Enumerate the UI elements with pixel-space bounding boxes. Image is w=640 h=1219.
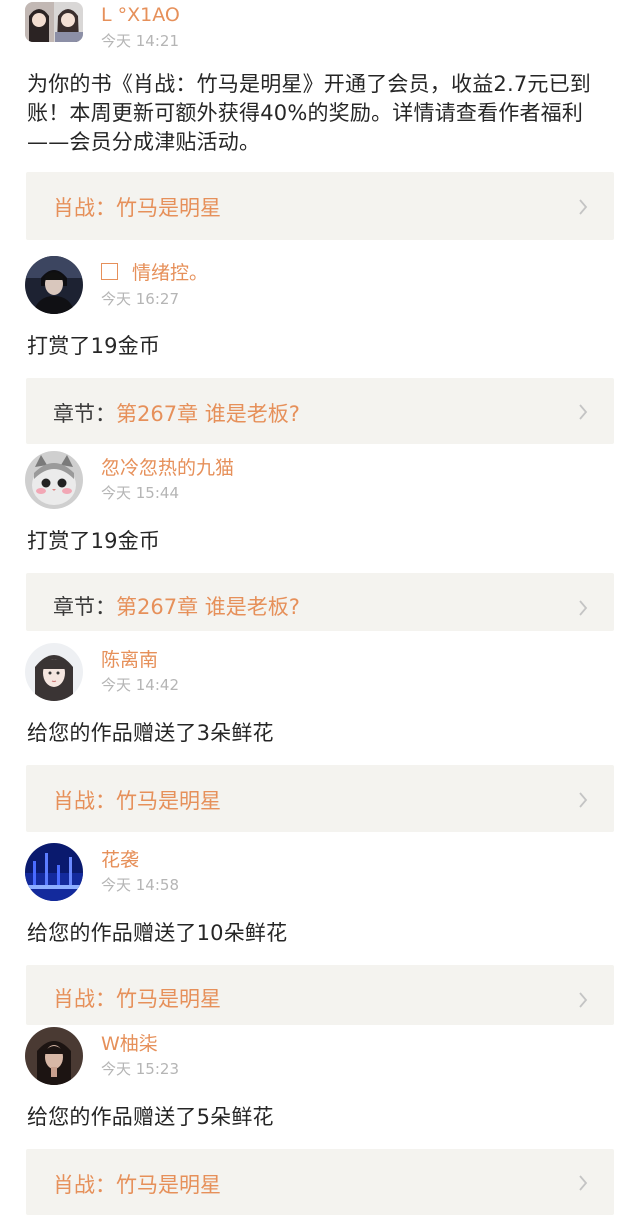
username-row[interactable]: 情绪控。: [101, 262, 208, 284]
chapter-card-label: 章节：第267章 谁是老板?: [53, 591, 300, 621]
avatar[interactable]: [25, 843, 83, 901]
book-card-label: 肖战：竹马是明星: [53, 1169, 221, 1199]
chapter-title: 第267章 谁是老板?: [116, 402, 300, 426]
username[interactable]: 花袭: [101, 849, 139, 871]
book-card[interactable]: 肖战：竹马是明星: [26, 172, 614, 240]
notification-feed: L °X1AO 今天 14:21 为你的书《肖战：竹马是明星》开通了会员，收益2…: [0, 0, 640, 1219]
avatar[interactable]: [25, 451, 83, 509]
username[interactable]: 忽冷忽热的九猫: [101, 457, 234, 479]
notification-message: 给您的作品赠送了3朵鲜花: [27, 721, 274, 745]
chapter-card[interactable]: 章节：第267章 谁是老板?: [26, 573, 614, 631]
notification-message: 给您的作品赠送了5朵鲜花: [27, 1105, 274, 1129]
avatar[interactable]: [25, 1027, 83, 1085]
post-header: 忽冷忽热的九猫 今天 15:44: [25, 451, 615, 509]
chevron-right-icon: [579, 992, 588, 1008]
notification-message: 打赏了19金币: [27, 529, 161, 553]
chevron-right-icon: [579, 404, 588, 420]
book-card[interactable]: 肖战：竹马是明星: [26, 765, 614, 832]
notification-message: 给您的作品赠送了10朵鲜花: [27, 921, 288, 945]
notification-message: 为你的书《肖战：竹马是明星》开通了会员，收益2.7元已到账！本周更新可额外获得4…: [27, 72, 591, 154]
book-card-label: 肖战：竹马是明星: [53, 983, 221, 1013]
username[interactable]: L °X1AO: [101, 4, 180, 26]
post-header: L °X1AO 今天 14:21: [25, 2, 615, 50]
book-title: 肖战：竹马是明星: [53, 987, 221, 1011]
timestamp: 今天 14:21: [101, 32, 179, 50]
timestamp: 今天 16:27: [101, 290, 179, 308]
book-card[interactable]: 肖战：竹马是明星: [26, 965, 614, 1025]
notification-message: 打赏了19金币: [27, 334, 161, 358]
chapter-prefix: 章节：: [53, 402, 116, 426]
chevron-right-icon: [579, 1175, 588, 1191]
post-header: 情绪控。 今天 16:27: [25, 256, 615, 314]
chapter-prefix: 章节：: [53, 595, 116, 619]
book-title: 肖战：竹马是明星: [53, 196, 221, 220]
chapter-card[interactable]: 章节：第267章 谁是老板?: [26, 378, 614, 444]
username[interactable]: 陈离南: [101, 649, 158, 671]
timestamp: 今天 14:42: [101, 676, 179, 694]
book-card-label: 肖战：竹马是明星: [53, 785, 221, 815]
chapter-card-label: 章节：第267章 谁是老板?: [53, 398, 300, 428]
avatar[interactable]: [25, 643, 83, 701]
post-header: 陈离南 今天 14:42: [25, 643, 615, 701]
book-title: 肖战：竹马是明星: [53, 789, 221, 813]
book-card-label: 肖战：竹马是明星: [53, 192, 221, 222]
avatar[interactable]: [25, 256, 83, 314]
username[interactable]: W柚柒: [101, 1033, 158, 1055]
username: 情绪控。: [132, 262, 209, 284]
chevron-right-icon: [579, 792, 588, 808]
chevron-right-icon: [579, 600, 588, 616]
avatar[interactable]: [25, 2, 83, 42]
square-icon: [101, 263, 118, 280]
book-title: 肖战：竹马是明星: [53, 1173, 221, 1197]
timestamp: 今天 15:44: [101, 484, 179, 502]
post-header: W柚柒 今天 15:23: [25, 1027, 615, 1085]
book-card[interactable]: 肖战：竹马是明星: [26, 1149, 614, 1215]
chapter-title: 第267章 谁是老板?: [116, 595, 300, 619]
chevron-right-icon: [579, 199, 588, 215]
post-header: 花袭 今天 14:58: [25, 843, 615, 901]
timestamp: 今天 14:58: [101, 876, 179, 894]
timestamp: 今天 15:23: [101, 1060, 179, 1078]
